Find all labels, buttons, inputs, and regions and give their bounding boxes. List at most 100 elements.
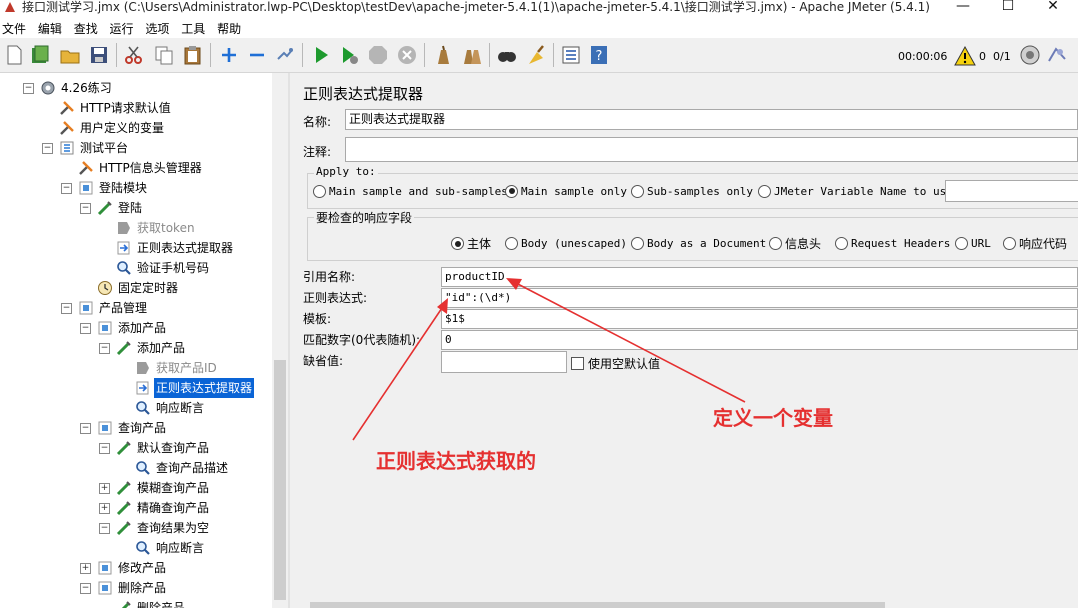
tree-expand-toggle[interactable]: − (61, 303, 72, 314)
radio-body-unescaped[interactable]: Body (unescaped) (505, 236, 627, 251)
radio-body-as-document[interactable]: Body as a Document (631, 236, 766, 251)
clear-all-icon[interactable] (461, 44, 483, 66)
tree-node[interactable]: 正则表达式提取器 (135, 378, 255, 398)
tree-node[interactable]: 获取token (116, 218, 197, 238)
tree-expand-toggle[interactable]: + (99, 503, 110, 514)
save-icon[interactable] (88, 44, 110, 66)
copy-icon[interactable] (153, 44, 175, 66)
warning-icon[interactable] (954, 46, 976, 66)
radio-button[interactable] (955, 236, 968, 250)
start-icon[interactable] (310, 44, 332, 66)
tree-node[interactable]: 精确查询产品 (116, 498, 211, 518)
menu-options[interactable]: 选项 (145, 18, 169, 40)
help-icon[interactable]: ? (588, 44, 610, 66)
ref-name-input[interactable]: productID (441, 267, 1078, 287)
tree-node[interactable]: 修改产品 (97, 558, 168, 578)
default-value-input[interactable] (441, 351, 567, 373)
match-no-input[interactable]: 0 (441, 330, 1078, 350)
use-empty-default-checkbox[interactable]: 使用空默认值 (571, 355, 660, 372)
tree-expand-toggle[interactable]: − (80, 323, 91, 334)
radio-jmeter-variable-name[interactable]: JMeter Variable Name to use (758, 184, 953, 199)
tree-node[interactable]: 默认查询产品 (116, 438, 211, 458)
tree-node[interactable]: 查询结果为空 (116, 518, 211, 538)
start-no-pause-icon[interactable] (338, 44, 360, 66)
minimize-button[interactable]: — (940, 0, 986, 16)
collapse-icon[interactable] (246, 44, 268, 66)
test-plan-tree[interactable]: −4.26练习 HTTP请求默认值 用户定义的变量 − 测试平台 HTTP信息头管理器 − 登… (0, 73, 272, 608)
tree-node[interactable]: 查询产品描述 (135, 458, 230, 478)
radio-button[interactable] (769, 237, 782, 250)
expand-icon[interactable] (218, 44, 240, 66)
menu-help[interactable]: 帮助 (217, 18, 241, 40)
menu-run[interactable]: 运行 (110, 18, 134, 40)
radio-button[interactable] (631, 184, 644, 198)
radio-request-headers[interactable]: Request Headers (835, 236, 950, 251)
tree-node[interactable]: 添加产品 (97, 318, 168, 338)
shutdown-icon[interactable] (396, 44, 418, 66)
radio-button[interactable] (758, 184, 771, 198)
tree-expand-toggle[interactable]: − (61, 183, 72, 194)
paste-icon[interactable] (182, 44, 204, 66)
comment-input[interactable] (345, 137, 1078, 162)
stop-icon[interactable] (367, 44, 389, 66)
tree-node[interactable]: HTTP信息头管理器 (78, 158, 204, 178)
tree-expand-toggle[interactable]: − (80, 203, 91, 214)
tree-expand-toggle[interactable]: − (99, 443, 110, 454)
radio-button[interactable] (451, 237, 464, 250)
tree-expand-toggle[interactable]: − (99, 343, 110, 354)
radio-sub-samples-only[interactable]: Sub-samples only (631, 184, 753, 199)
radio-button[interactable] (505, 236, 518, 250)
radio-button[interactable] (505, 184, 518, 198)
tree-node[interactable]: 登陆模块 (78, 178, 149, 198)
tree-node[interactable]: 删除产品 (97, 578, 168, 598)
menu-search[interactable]: 查找 (74, 18, 98, 40)
tree-node[interactable]: 模糊查询产品 (116, 478, 211, 498)
tree-node[interactable]: 正则表达式提取器 (116, 238, 235, 258)
tree-node[interactable]: 响应断言 (135, 538, 206, 558)
radio-button[interactable] (313, 184, 326, 198)
tree-expand-toggle[interactable]: − (80, 583, 91, 594)
function-helper-icon[interactable] (560, 44, 582, 66)
menu-tools[interactable]: 工具 (181, 18, 205, 40)
tree-node[interactable]: 添加产品 (116, 338, 187, 358)
tree-node[interactable]: 产品管理 (78, 298, 149, 318)
tree-node[interactable]: 删除产品 (116, 598, 187, 608)
tree-expand-toggle[interactable]: + (80, 563, 91, 574)
tree-expand-toggle[interactable]: − (42, 143, 53, 154)
radio-body[interactable]: 主体 (451, 237, 491, 251)
new-icon[interactable] (3, 44, 25, 66)
search-icon[interactable] (496, 44, 518, 66)
radio-headers[interactable]: 信息头 (769, 237, 821, 251)
radio-response-code[interactable]: 响应代码 (1003, 237, 1067, 251)
open-icon[interactable] (59, 44, 81, 66)
remote-icon[interactable] (1019, 44, 1041, 66)
tree-node[interactable]: 验证手机号码 (116, 258, 211, 278)
menu-file[interactable]: 文件 (2, 18, 26, 40)
templates-icon[interactable] (29, 44, 51, 66)
panel-scrollbar-thumb[interactable] (310, 602, 885, 608)
radio-main-and-sub-samples[interactable]: Main sample and sub-samples (313, 184, 508, 199)
name-input[interactable]: 正则表达式提取器 (345, 109, 1078, 130)
tree-node[interactable]: 响应断言 (135, 398, 206, 418)
split-pane-divider[interactable] (288, 73, 290, 608)
log-viewer-icon[interactable] (1046, 44, 1068, 66)
radio-main-sample-only[interactable]: Main sample only (505, 184, 627, 199)
radio-button[interactable] (631, 236, 644, 250)
regex-input[interactable]: "id":(\d*) (441, 288, 1078, 308)
tree-node[interactable]: 登陆 (97, 198, 144, 218)
menu-edit[interactable]: 编辑 (38, 18, 62, 40)
tree-node[interactable]: 固定定时器 (97, 278, 180, 298)
tree-expand-toggle[interactable]: − (99, 523, 110, 534)
tree-expand-toggle[interactable]: − (80, 423, 91, 434)
tree-node[interactable]: 测试平台 (59, 138, 130, 158)
radio-button[interactable] (835, 236, 848, 250)
reset-search-icon[interactable] (525, 44, 547, 66)
toggle-icon[interactable] (274, 44, 296, 66)
jmeter-variable-name-input[interactable] (945, 180, 1078, 202)
template-input[interactable]: $1$ (441, 309, 1078, 329)
radio-url[interactable]: URL (955, 236, 991, 251)
tree-expand-toggle[interactable]: − (23, 83, 34, 94)
close-button[interactable]: ✕ (1030, 0, 1076, 16)
tree-scrollbar-thumb[interactable] (274, 360, 286, 600)
checkbox[interactable] (571, 357, 584, 370)
